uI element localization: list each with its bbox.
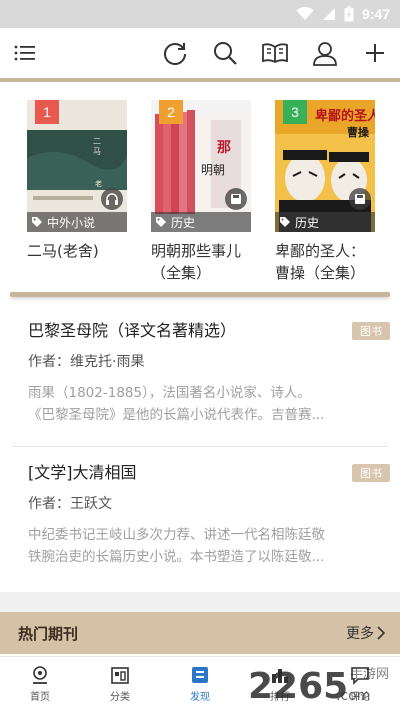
section-title: 热门期刊 [18,624,79,643]
featured-book-3[interactable]: 卑鄙的圣人 曹操 3 历史 卑鄙的圣人： 曹操（全集） [275,100,375,284]
nav-label: 分类 [110,692,130,703]
more-label: 更多 [346,626,374,642]
refresh-icon[interactable] [160,38,190,68]
tag-icon [280,217,290,227]
book-title-line: 卑鄙的圣人： [275,242,366,260]
more-link[interactable]: 更多 [346,623,386,643]
rank-badge: 1 [35,100,59,124]
nav-home[interactable]: 首页 [10,665,70,703]
search-icon[interactable] [210,38,240,68]
site-watermark-logo: 2265 .com 手游网 [248,666,389,707]
book-title-line: 明朝那些事儿 [151,242,242,260]
svg-text:明朝: 明朝 [201,163,225,177]
category-tag-label: 历史 [295,215,320,230]
list-item-title: [文学]大清相国 [28,463,137,482]
book-title-line: 曹操（全集） [275,264,366,282]
menu-icon[interactable] [10,38,40,68]
list-item-title: 巴黎圣母院（译文名著精选） [28,321,237,340]
book-title-line: 二马(老舍) [27,242,99,260]
svg-text:那: 那 [217,140,231,156]
type-badge: 图书 [352,322,390,340]
book-title[interactable]: 卑鄙的圣人： 曹操（全集） [275,240,375,284]
svg-text:手游网: 手游网 [350,667,389,682]
book-title[interactable]: 二马(老舍) [27,240,127,262]
shelf-divider [10,292,390,297]
featured-books: 二 马 老 1 中外小说 二马(老舍) 那 明朝 2 历史 明朝那些事儿 （全集… [0,82,400,294]
nav-discover[interactable]: 发现 [170,665,230,703]
description-line: 《巴黎圣母院》是他的长篇小说代表作。吉普赛... [28,407,325,423]
book-icon[interactable] [260,38,290,68]
book-title[interactable]: 明朝那些事儿 （全集） [151,240,251,284]
section-gap [0,592,400,612]
rank-badge: 2 [159,100,183,124]
book-title-line: （全集） [151,264,212,282]
category-tag-label: 历史 [171,215,196,230]
tag-icon [32,217,42,227]
tag-icon [156,217,166,227]
list-item[interactable]: [文学]大清相国 图书 作者：王跃文 中纪委书记王岐山多次力荐、讲述一代名相陈廷… [28,462,390,568]
type-badge: 图书 [352,464,390,482]
category-tag-label: 中外小说 [47,215,96,230]
featured-book-1[interactable]: 二 马 老 1 中外小说 二马(老舍) [27,100,127,262]
description-line: 雨果（1802-1885），法国著名小说家、诗人。 [28,385,311,401]
svg-text:2265: 2265 [248,666,348,707]
clock: 9:47 [361,6,390,22]
nav-category[interactable]: 分类 [90,665,150,703]
top-toolbar [0,28,400,78]
battery-icon [344,6,354,22]
svg-text:老: 老 [95,179,102,188]
nav-label: 发现 [190,692,210,703]
category-tag: 中外小说 [27,212,127,232]
svg-text:卑鄙的圣人: 卑鄙的圣人 [315,108,375,124]
rank-badge: 3 [283,100,307,124]
book-cover[interactable]: 那 明朝 2 历史 [151,100,251,232]
book-cover[interactable]: 卑鄙的圣人 曹操 3 历史 [275,100,375,232]
category-icon [111,667,129,684]
section-header: 热门期刊 更多 [0,612,400,654]
home-icon [33,666,47,684]
svg-text:.com: .com [336,688,370,704]
list-item-description: 雨果（1802-1885），法国著名小说家、诗人。 《巴黎圣母院》是他的长篇小说… [28,382,373,426]
chevron-right-icon [377,626,386,640]
add-icon[interactable] [360,38,390,68]
category-tag: 历史 [151,212,251,232]
list-item-description: 中纪委书记王岐山多次力荐、讲述一代名相陈廷敬 铁腕治吏的长篇历史小说。本书塑造了… [28,524,373,568]
nav-label: 首页 [30,692,50,703]
svg-text:曹操: 曹操 [347,125,370,139]
svg-text:马: 马 [93,147,101,156]
category-tag: 历史 [275,212,375,232]
book-cover[interactable]: 二 马 老 1 中外小说 [27,100,127,232]
description-line: 铁腕治吏的长篇历史小说。本书塑造了以陈廷敬... [28,549,325,565]
list-divider [12,446,388,447]
user-icon[interactable] [310,38,340,68]
status-bar: 9:47 [0,0,400,28]
signal-icon [322,8,335,20]
wifi-icon [296,7,314,20]
save-icon [225,188,247,210]
headphones-icon [101,188,123,210]
discover-icon [192,667,208,683]
description-line: 中纪委书记王岐山多次力荐、讲述一代名相陈廷敬 [28,527,325,543]
svg-text:二: 二 [93,137,101,146]
list-item-author: 作者：维克托·雨果 [28,354,145,370]
featured-book-2[interactable]: 那 明朝 2 历史 明朝那些事儿 （全集） [151,100,251,284]
save-icon [349,188,371,210]
list-item-author: 作者：王跃文 [28,496,112,512]
list-item[interactable]: 巴黎圣母院（译文名著精选） 图书 作者：维克托·雨果 雨果（1802-1885）… [28,320,390,426]
